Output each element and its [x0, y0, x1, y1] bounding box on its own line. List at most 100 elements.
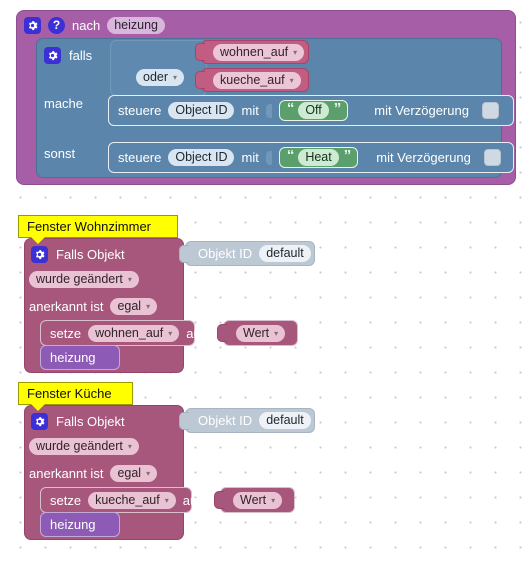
change-type-value[interactable]: wurde geändert ▾ [29, 438, 139, 455]
set-variable-field[interactable]: kueche_auf ▾ [88, 491, 176, 509]
value-block-wert-wohnzimmer[interactable]: Wert ▾ [217, 320, 298, 346]
if-clause-row[interactable]: falls [44, 42, 92, 68]
function-call-label: heizung [50, 350, 96, 365]
function-call-block-wohnzimmer[interactable]: heizung [40, 345, 120, 370]
gear-icon[interactable] [24, 16, 41, 34]
change-type-value[interactable]: wurde geändert ▾ [29, 271, 139, 288]
gear-icon[interactable] [31, 412, 48, 430]
value-field[interactable]: Wert ▾ [236, 324, 286, 342]
control-verb-label: steuere [118, 103, 162, 118]
trigger-header-label: Falls Objekt [56, 413, 125, 429]
delay-value-socket[interactable] [483, 149, 501, 166]
chevron-down-icon: ▾ [164, 495, 169, 505]
else-branch-label: sonst [44, 146, 76, 161]
set-verb-label: setze [50, 325, 82, 341]
function-call-block-kueche[interactable]: heizung [40, 512, 120, 537]
ack-label: anerkannt ist [29, 298, 104, 314]
chevron-down-icon: ▾ [127, 442, 132, 451]
object-id-block-kueche[interactable]: Objekt ID default [179, 408, 315, 433]
trigger-header-row[interactable]: Falls Objekt [31, 242, 125, 266]
comment-text: Fenster Wohnzimmer [27, 218, 152, 234]
value-socket-notch [265, 103, 272, 118]
object-id-field[interactable]: Object ID [168, 102, 235, 119]
chevron-down-icon: ▾ [289, 75, 294, 85]
operator-value[interactable]: oder ▾ [136, 69, 185, 86]
set-variable-label: wohnen_auf [95, 325, 164, 340]
ack-row-kueche[interactable]: anerkannt ist egal ▾ [29, 463, 158, 483]
change-type-label: wurde geändert [36, 272, 123, 286]
quote-close-icon: ” [343, 147, 351, 164]
ack-value-field[interactable]: egal ▾ [110, 464, 158, 482]
chevron-down-icon: ▾ [173, 73, 178, 82]
variable-block-wohnen-auf[interactable]: wohnen_auf ▾ [195, 40, 309, 64]
trigger-header-label: Falls Objekt [56, 246, 125, 262]
delay-label: mit Verzögerung [374, 103, 469, 118]
chevron-down-icon: ▾ [274, 328, 279, 338]
else-statement-block[interactable]: steuere Object ID mit “ Heat ” mit Verzö… [108, 142, 514, 173]
delay-label: mit Verzögerung [376, 150, 471, 165]
delay-value-socket[interactable] [481, 102, 499, 119]
text-value-block[interactable]: “ Heat ” [278, 147, 359, 168]
function-header[interactable]: ? nach heizung [16, 10, 198, 40]
blockly-workspace[interactable]: ? nach heizung falls oder ▾ wohnen_auf ▾ [0, 0, 530, 569]
value-label: Wert [243, 325, 270, 340]
ack-value-label: egal [117, 298, 142, 313]
plug-notch [217, 324, 227, 342]
change-type-dropdown-kueche[interactable]: wurde geändert ▾ [29, 438, 139, 455]
ack-label: anerkannt ist [29, 465, 104, 481]
variable-block-kueche-auf[interactable]: kueche_auf ▾ [195, 68, 309, 92]
gear-icon[interactable] [44, 46, 61, 64]
variable-name-label: wohnen_auf [220, 44, 289, 59]
quote-close-icon: ” [333, 100, 341, 117]
variable-name-field[interactable]: kueche_auf ▾ [213, 71, 301, 89]
object-id-field[interactable]: Object ID [168, 149, 235, 166]
operator-label: oder [143, 70, 169, 84]
ack-value-field[interactable]: egal ▾ [110, 297, 158, 315]
comment-bubble-wohnzimmer[interactable]: Fenster Wohnzimmer [18, 215, 178, 244]
do-statement-block[interactable]: steuere Object ID mit “ Off ” mit Verzög… [108, 95, 514, 126]
plug-notch [179, 244, 189, 263]
with-label: mit [241, 103, 259, 118]
comment-bubble-kueche[interactable]: Fenster Küche [18, 382, 133, 411]
plug-notch [195, 71, 205, 89]
variable-name-field[interactable]: wohnen_auf ▾ [213, 43, 305, 61]
variable-name-label: kueche_auf [220, 72, 285, 87]
object-id-value-field[interactable]: default [259, 412, 311, 429]
logic-operator-dropdown[interactable]: oder ▾ [136, 69, 185, 86]
object-id-label: Objekt ID [198, 413, 253, 428]
if-keyword-label: falls [69, 47, 93, 63]
change-type-dropdown-wohnzimmer[interactable]: wurde geändert ▾ [29, 271, 139, 288]
function-keyword-label: nach [72, 17, 101, 33]
text-value-block[interactable]: “ Off ” [278, 100, 349, 121]
plug-notch [214, 491, 224, 509]
plug-notch [195, 43, 205, 61]
object-id-value-field[interactable]: default [259, 245, 311, 262]
chevron-down-icon: ▾ [127, 275, 132, 284]
plug-notch [179, 411, 189, 430]
control-verb-label: steuere [118, 150, 162, 165]
value-block-wert-kueche[interactable]: Wert ▾ [214, 487, 295, 513]
comment-text: Fenster Küche [27, 385, 112, 401]
ack-value-label: egal [117, 465, 142, 480]
set-variable-label: kueche_auf [95, 492, 160, 507]
set-variable-block-wohnzimmer[interactable]: setze wohnen_auf ▾ auf [40, 320, 204, 346]
text-value-field[interactable]: Heat [298, 149, 339, 166]
chevron-down-icon: ▾ [271, 495, 276, 505]
trigger-header-row[interactable]: Falls Objekt [31, 409, 125, 433]
object-id-block-wohnzimmer[interactable]: Objekt ID default [179, 241, 315, 266]
set-variable-block-kueche[interactable]: setze kueche_auf ▾ auf [40, 487, 201, 513]
set-verb-label: setze [50, 492, 82, 508]
value-field[interactable]: Wert ▾ [233, 491, 283, 509]
ack-row-wohnzimmer[interactable]: anerkannt ist egal ▾ [29, 296, 158, 316]
text-value-field[interactable]: Off [298, 102, 329, 119]
function-name-field[interactable]: heizung [107, 16, 165, 34]
value-label: Wert [240, 492, 267, 507]
chevron-down-icon: ▾ [146, 468, 151, 478]
help-icon[interactable]: ? [48, 16, 65, 34]
value-socket-notch [265, 150, 272, 165]
function-call-label: heizung [50, 517, 96, 532]
gear-icon[interactable] [31, 245, 48, 263]
set-variable-field[interactable]: wohnen_auf ▾ [88, 324, 180, 342]
quote-open-icon: “ [286, 100, 294, 117]
logic-operation-frame[interactable] [110, 40, 207, 96]
